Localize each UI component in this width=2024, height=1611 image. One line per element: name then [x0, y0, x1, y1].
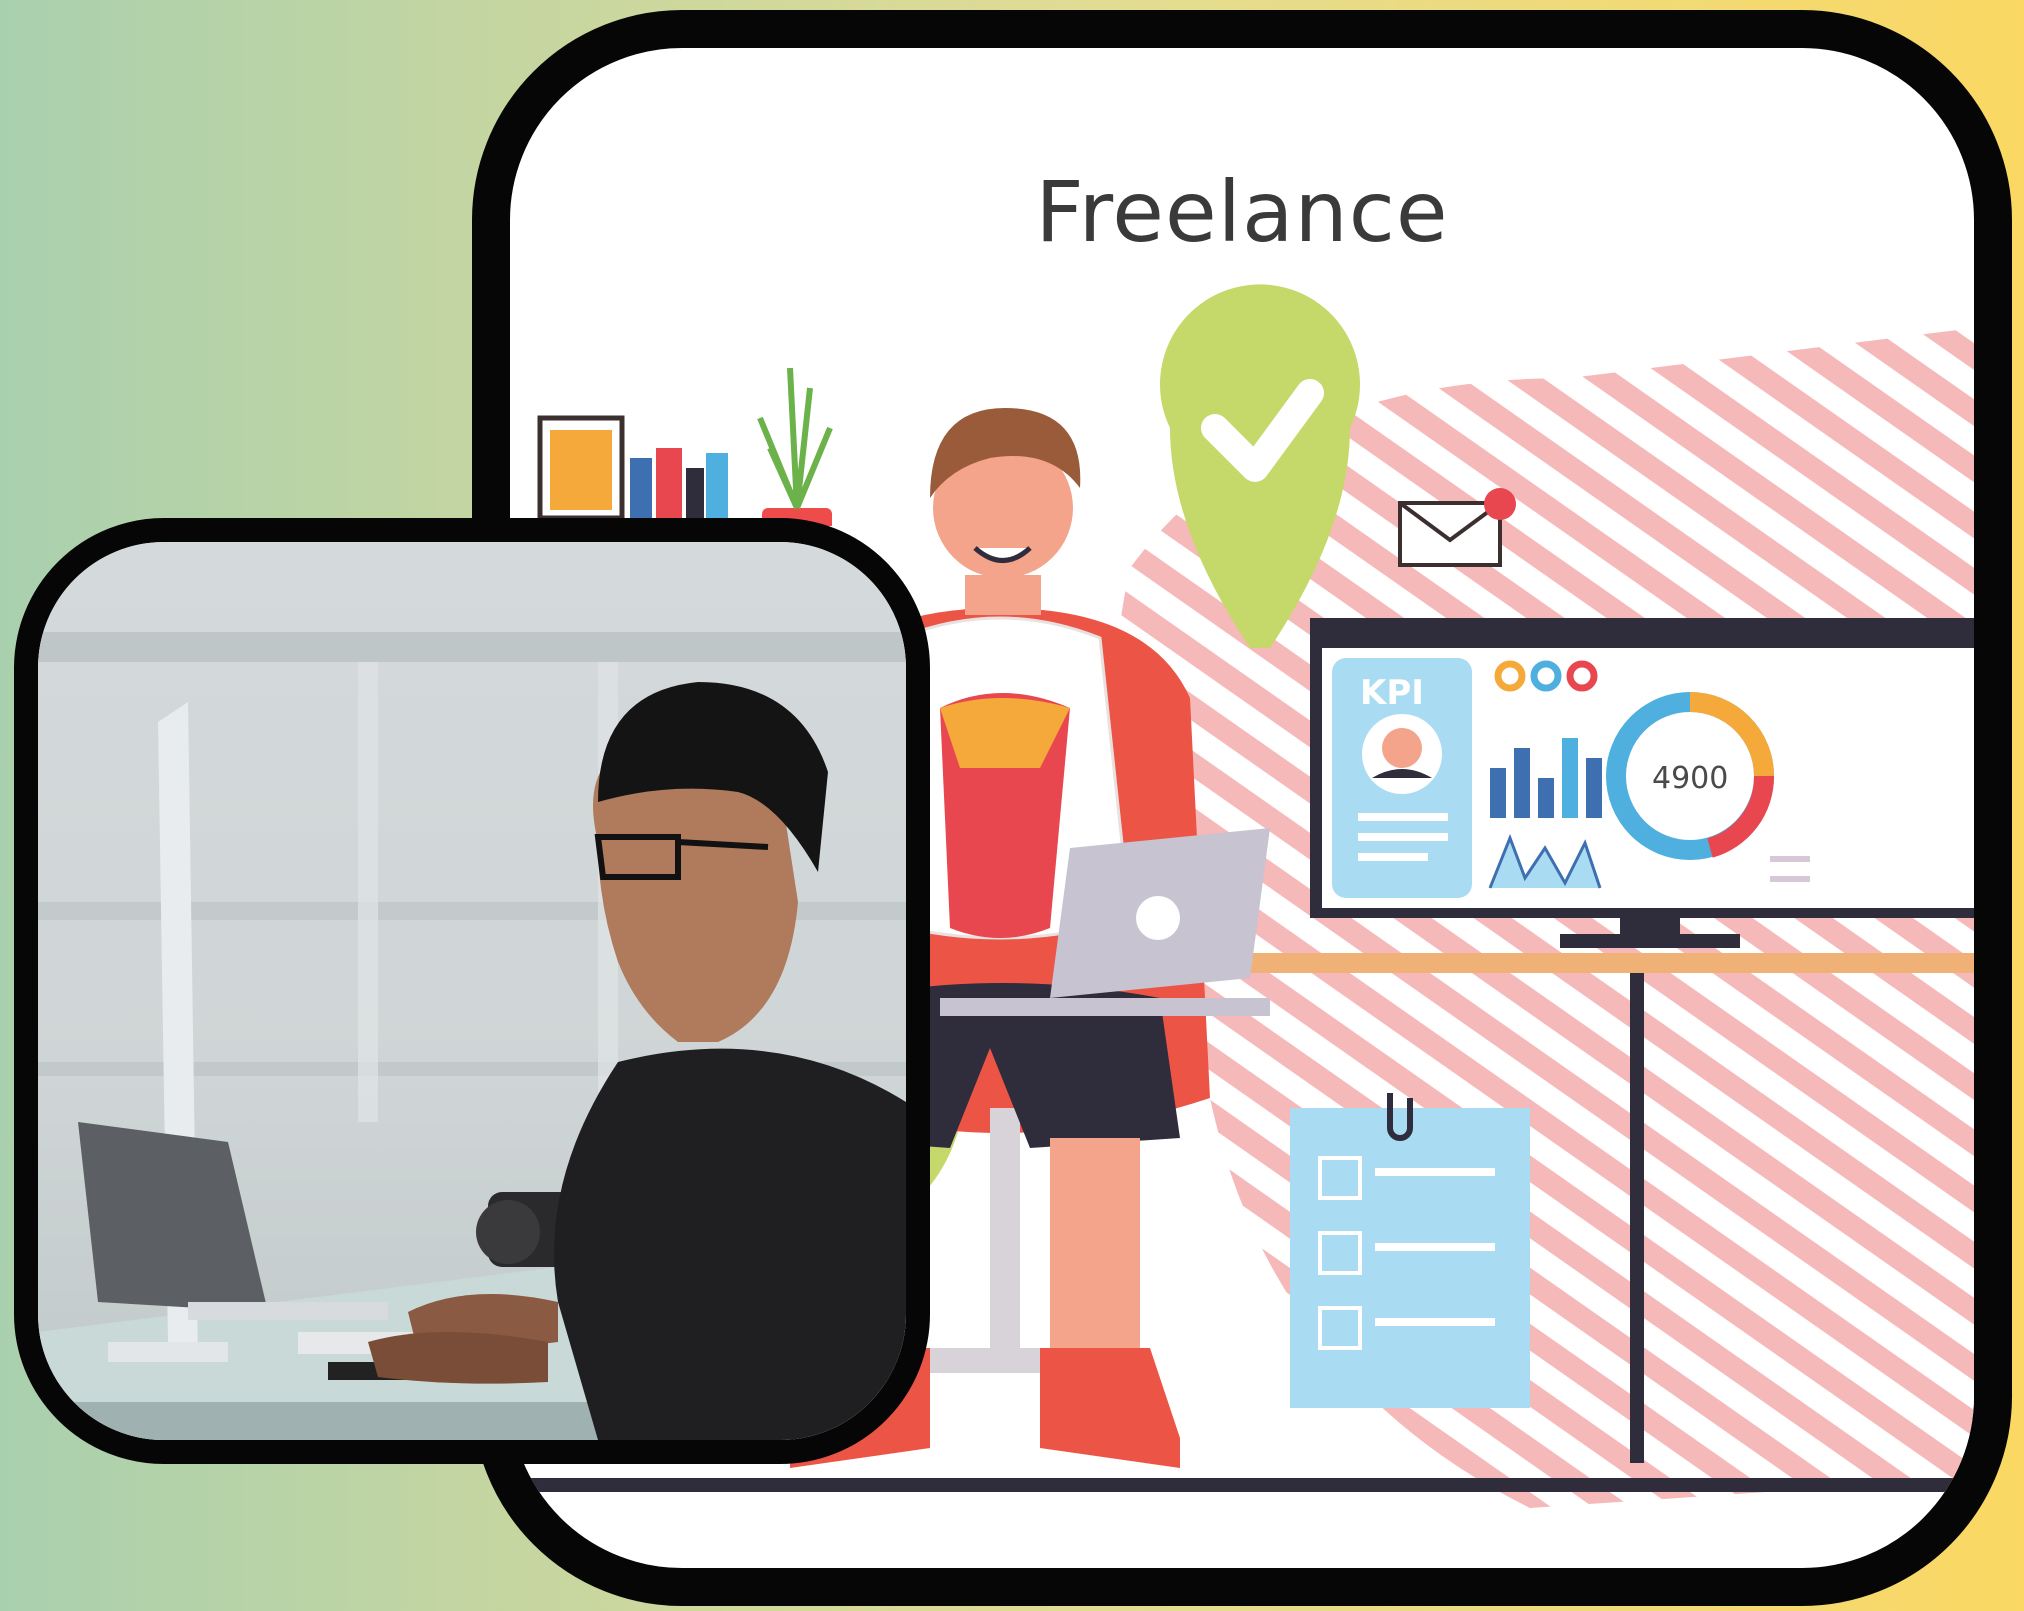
- desk: [1150, 953, 1974, 973]
- office-photo: [38, 542, 906, 1440]
- kpi-value: 4900: [1652, 761, 1728, 796]
- kpi-monitor: KPI 4900: [1310, 618, 1974, 948]
- kpi-label: KPI: [1360, 673, 1424, 713]
- checklist-note: [1290, 1093, 1530, 1408]
- person-jacket: [554, 1048, 906, 1440]
- floor: [510, 1478, 1974, 1492]
- photo-card-man-at-computer: [14, 518, 930, 1464]
